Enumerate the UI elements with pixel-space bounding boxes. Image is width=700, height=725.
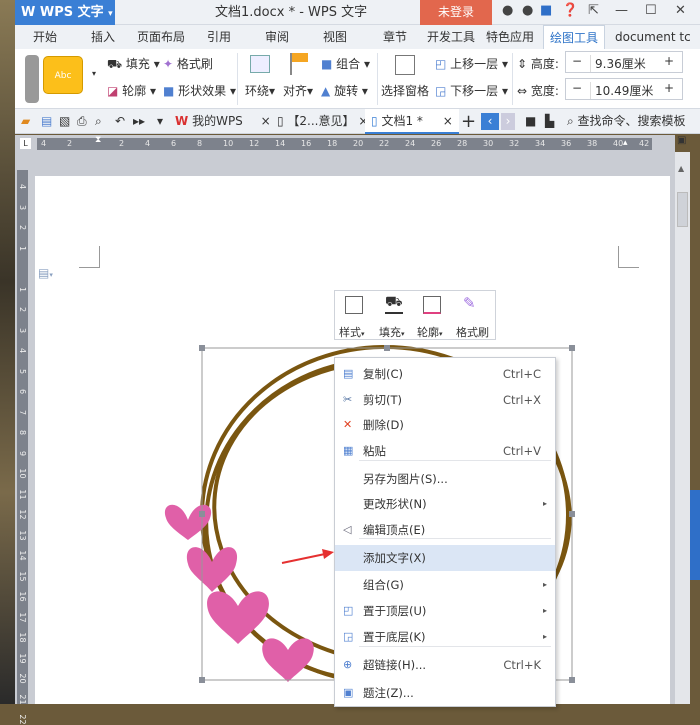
hearts [164,504,314,682]
mini-fill-button[interactable]: 填充▾ [379,324,405,340]
menu-item[interactable]: ✕ 删除(D) [335,412,555,438]
menu-item-label: 置于底层(K) [363,630,426,644]
menu-item-shortcut: Ctrl+C [502,367,541,381]
menu-item-label: 另存为图片(S)... [363,472,448,486]
fill-bucket-icon[interactable]: ⛟ [385,294,403,314]
outline-pencil-icon[interactable] [423,296,441,314]
mini-style-button[interactable]: 样式▾ [339,324,365,340]
menu-item-label: 添加文字(X) [363,551,426,565]
scroll-up-arrow[interactable]: ▲ [678,164,684,173]
vruler-tick: 22 [18,714,27,725]
menu-item[interactable]: 组合(G) ▸ [335,572,555,598]
menu-item[interactable]: ⊕ 超链接(H)... Ctrl+K [335,652,555,678]
menu-item[interactable]: ◁ 编辑顶点(E) [335,517,555,543]
scrollbar-thumb[interactable] [677,192,688,227]
menu-item[interactable]: ▣ 题注(Z)... [335,680,555,706]
send-back-icon: ◲ [343,630,354,643]
menu-item[interactable]: 添加文字(X) [335,545,555,571]
submenu-arrow-icon: ▸ [542,499,547,508]
menu-item-shortcut: Ctrl+X [503,393,541,407]
delete-icon: ✕ [343,418,353,431]
context-menu: ▤ 复制(C) Ctrl+C ✂ 剪切(T) Ctrl+X ✕ 删除(D) ▦ 粘贴 Ctrl+V 另… [334,357,556,707]
heart-shape [262,638,314,682]
side-panel-tab[interactable] [690,490,700,580]
menu-item-shortcut: Ctrl+K [503,658,541,672]
menu-item-label: 剪切(T) [363,393,402,407]
paste-icon: ▦ [343,444,354,457]
mini-outline-button[interactable]: 轮廓▾ [417,324,443,340]
submenu-arrow-icon: ▸ [542,606,547,615]
menu-item-label: 超链接(H)... [363,658,427,672]
menu-item-label: 组合(G) [363,578,404,592]
menu-item-label: 更改形状(N) [363,497,427,511]
menu-item-label: 编辑顶点(E) [363,523,426,537]
heart-shape [186,547,238,592]
scissors-icon: ✂ [343,393,353,406]
menu-item[interactable]: ◰ 置于顶层(U) ▸ [335,598,555,624]
submenu-arrow-icon: ▸ [542,632,547,641]
menu-item[interactable]: ✂ 剪切(T) Ctrl+X [335,387,555,413]
format-painter-brush-icon[interactable]: ✎ [463,294,476,312]
mini-format-painter-button[interactable]: 格式刷 [456,324,489,340]
style-icon[interactable] [345,296,363,314]
menu-item-shortcut: Ctrl+V [503,444,541,458]
menu-item-label: 删除(D) [363,418,404,432]
menu-item-label: 粘贴 [363,444,386,458]
menu-item[interactable]: 更改形状(N) ▸ [335,491,555,517]
submenu-arrow-icon: ▸ [542,580,547,589]
menu-item[interactable]: 另存为图片(S)... [335,466,555,492]
menu-item[interactable]: ▦ 粘贴 Ctrl+V [335,438,555,464]
menu-item-label: 题注(Z)... [363,686,414,700]
menu-item-label: 复制(C) [363,367,404,381]
caption-icon: ▣ [343,686,354,699]
menu-item-label: 置于顶层(U) [363,604,427,618]
mini-toolbar: ⛟ ✎ 样式▾ 填充▾ 轮廓▾ 格式刷 [334,290,496,340]
vertical-scrollbar[interactable]: ▲ [675,152,690,704]
hyperlink-icon: ⊕ [343,658,353,671]
copy-icon: ▤ [343,367,354,380]
edit-points-icon: ◁ [343,523,352,536]
menu-item[interactable]: ◲ 置于底层(K) ▸ [335,624,555,650]
menu-item[interactable]: ▤ 复制(C) Ctrl+C [335,361,555,387]
bring-front-icon: ◰ [343,604,354,617]
red-arrow [281,549,334,564]
